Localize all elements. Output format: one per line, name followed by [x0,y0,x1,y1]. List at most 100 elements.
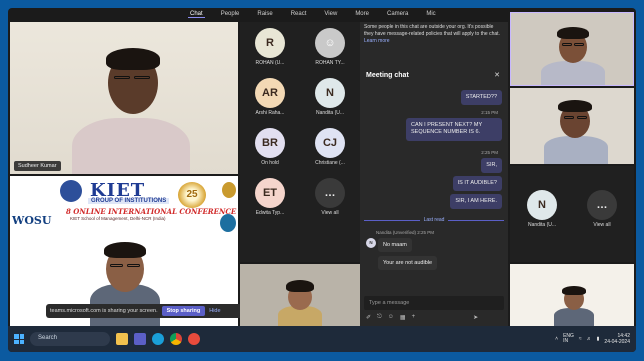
windows-start-icon[interactable] [14,334,24,344]
tab-raise[interactable]: Raise [255,11,274,17]
send-icon[interactable]: ➤ [473,314,478,321]
last-read-divider: Last read [364,217,504,227]
participant-label: ROHAN TY... [315,60,345,66]
chat-title: Meeting chat [366,72,409,79]
language-indicator[interactable]: ENG IN [563,333,574,345]
gif-icon[interactable]: ▦ [400,314,406,321]
presenter-video [554,284,594,326]
stop-sharing-button[interactable]: Stop sharing [161,306,206,316]
message-sender: Nandita (Unverified) 2:25 PM [376,230,435,235]
close-icon[interactable]: ✕ [494,71,500,79]
participant-label: Nandita (U... [315,110,345,116]
tab-react[interactable]: React [289,11,309,17]
battery-icon[interactable]: ▮ [597,336,600,342]
chat-message: SIR, I AM HERE. [450,194,502,210]
participant-tile[interactable]: CJ Christiane (... [300,124,360,172]
avatar: BR [255,128,285,158]
volume-icon[interactable]: ♬ [587,336,592,342]
screen-share-bar: teams.microsoft.com is sharing your scre… [46,304,246,318]
external-notice: Some people in this chat are outside you… [364,24,500,44]
meeting-chat-panel: Some people in this chat are outside you… [360,22,508,326]
taskbar: Search ˄ ENG IN ≈ ♬ ▮ 14:42 24-04-2024 [8,326,636,352]
conference-title: 8 ONLINE INTERNATIONAL CONFERENCE [66,207,237,216]
participant-label: Nandita (U... [527,222,557,228]
more-icon: … [315,178,345,208]
share-notice: teams.microsoft.com is sharing your scre… [50,308,158,314]
participant-tile[interactable]: N Nandita (U... [512,186,572,234]
hide-button[interactable]: Hide [209,308,220,314]
learn-more-link[interactable]: Learn more [364,38,390,44]
participant-label: Edwita Typ... [255,210,285,216]
wifi-icon[interactable]: ≈ [579,336,582,342]
tab-mic[interactable]: Mic [424,11,437,17]
chevron-up-icon[interactable]: ˄ [555,336,558,342]
window-frame: Chat People Raise React View More Camera… [0,0,644,361]
main-video-tile[interactable]: Sudheer Kumar [10,22,238,174]
participant-label: ROHAN (U... [255,60,285,66]
view-all-label: View all [321,210,339,216]
tab-more[interactable]: More [353,11,371,17]
tab-view[interactable]: View [322,11,339,17]
participant-label: On hold [261,160,279,166]
edge-icon[interactable] [152,333,164,345]
avatar: N [527,190,557,220]
system-tray: ˄ ENG IN ≈ ♬ ▮ 14:42 24-04-2024 [555,333,630,345]
app-icon[interactable] [188,333,200,345]
participant-video-tile[interactable] [510,12,634,86]
seal-emblem [222,182,236,198]
tab-chat[interactable]: Chat [188,11,205,18]
conference-subtitle: KIET School of Management, Delhi-NCR (In… [70,216,166,221]
chat-message: No maam [378,238,412,252]
participant-name: Sudheer Kumar [14,161,61,171]
participant-tile[interactable]: ☺ ROHAN TY... [300,24,360,72]
participant-video [70,40,190,174]
file-explorer-icon[interactable] [116,333,128,345]
taskbar-search[interactable]: Search [30,332,110,346]
tab-camera[interactable]: Camera [385,11,410,17]
osu-logo: WOSU [12,214,52,227]
chat-message: Your are not audible [378,256,438,270]
format-icon[interactable]: ✐ [366,314,371,321]
emoji-icon[interactable]: ☺ [388,314,394,321]
participant-video-tile[interactable] [510,88,634,164]
view-all-tile[interactable]: … View all [572,186,632,234]
participant-video-tile[interactable] [240,264,360,326]
chat-message: SIR, [481,158,502,174]
group-label: GROUP OF INSTITUTIONS [88,198,170,204]
avatar: CJ [315,128,345,158]
compose-toolbar: ✐ ⎋ ☺ ▦ + ➤ [366,314,478,321]
plus-icon[interactable]: + [412,314,416,321]
meeting-toolbar: Chat People Raise React View More Camera… [188,8,508,20]
more-icon: … [587,190,617,220]
sender-avatar: N [366,238,376,248]
chrome-icon[interactable] [170,333,182,345]
participant-tile[interactable]: AR Arshi Raha... [240,74,300,122]
timestamp: 2:15 PM [481,110,498,115]
participant-grid: R ROHAN (U... ☺ ROHAN TY... AR Arshi Rah… [240,22,360,262]
participant-tile[interactable]: BR On hold [240,124,300,172]
participant-video [544,94,608,164]
avatar: AR [255,78,285,108]
anniversary-badge: 25 [178,182,206,208]
avatar: ET [255,178,285,208]
participant-tile[interactable]: R ROHAN (U... [240,24,300,72]
view-all-tile[interactable]: … View all [300,174,360,222]
attach-icon[interactable]: ⎋ [377,314,382,321]
avatar: N [315,78,345,108]
participant-tile[interactable]: N Nandita (U... [300,74,360,122]
message-input[interactable]: Type a message [364,296,504,310]
view-all-label: View all [593,222,611,228]
teams-icon[interactable] [134,333,146,345]
institution-emblem [60,180,82,202]
participant-tile[interactable]: ET Edwita Typ... [240,174,300,222]
tab-people[interactable]: People [219,11,242,17]
participant-grid-right: N Nandita (U... … View all [510,166,634,262]
shared-screen-thumbnail[interactable] [510,264,634,326]
participant-label: Christiane (... [315,160,345,166]
participant-video [541,23,605,85]
timestamp: 2:25 PM [481,150,498,155]
chat-message: STARTED?? [460,90,502,106]
avatar: R [255,28,285,58]
clock[interactable]: 14:42 24-04-2024 [604,333,630,345]
chat-message: CAN I PRESENT NEXT? MY SEQUENCE NUMBER I… [406,118,502,141]
